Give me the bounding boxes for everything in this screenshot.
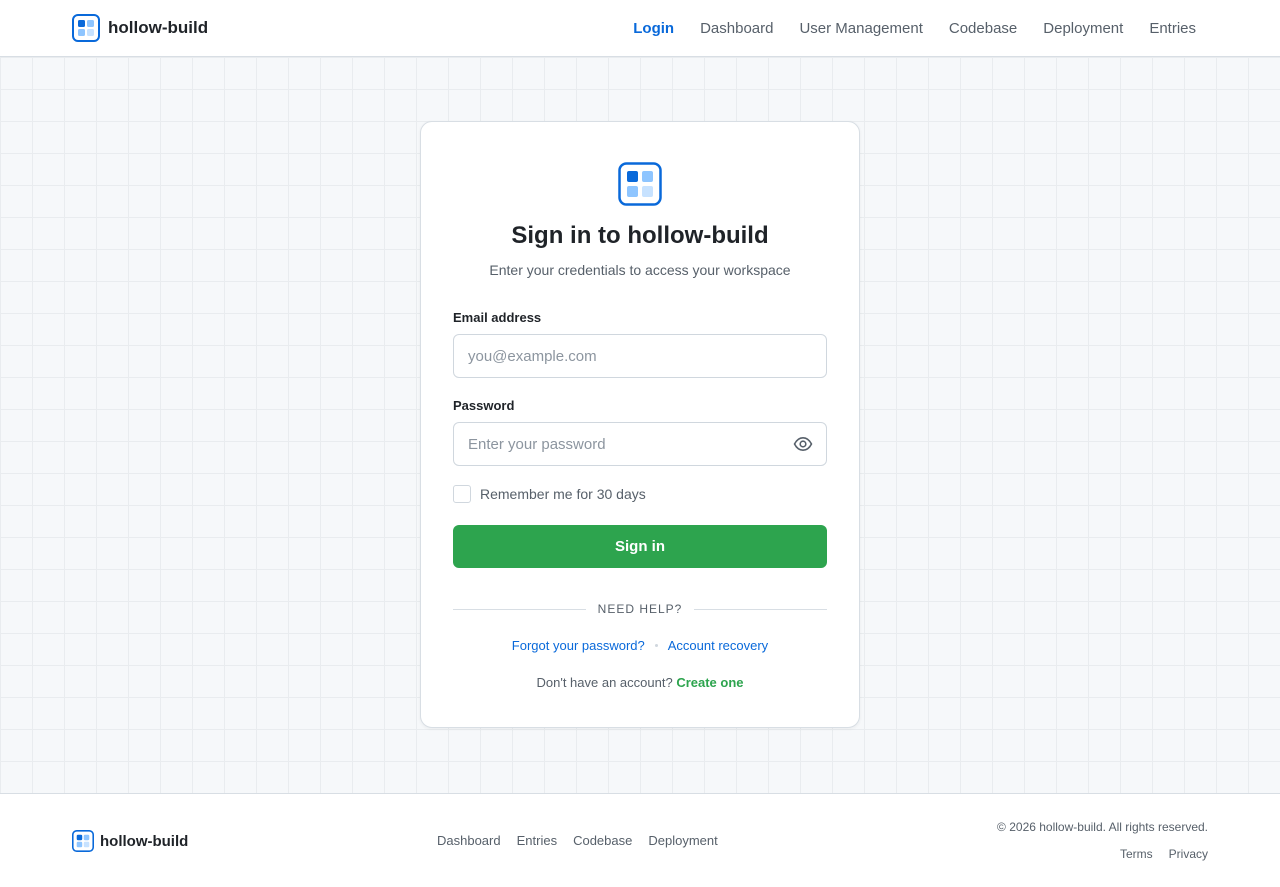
top-header: hollow-build Login Dashboard User Manage… <box>0 0 1280 57</box>
forgot-password-link[interactable]: Forgot your password? <box>512 638 645 653</box>
header-brand[interactable]: hollow-build <box>72 14 208 42</box>
sign-in-button[interactable]: Sign in <box>453 525 827 568</box>
help-heading: NEED HELP? <box>597 602 683 616</box>
page-subtitle: Enter your credentials to access your wo… <box>489 262 791 278</box>
footer-brand-name: hollow-build <box>100 832 189 850</box>
nav-deployment[interactable]: Deployment <box>1043 20 1123 37</box>
email-field-wrap <box>453 334 827 378</box>
account-recovery-link[interactable]: Account recovery <box>668 638 768 653</box>
page-footer: hollow-build Dashboard Entries Codebase … <box>0 793 1280 887</box>
password-input[interactable] <box>453 422 827 466</box>
separator-dot <box>654 644 658 647</box>
help-divider: NEED HELP? <box>453 602 828 616</box>
remember-checkbox[interactable] <box>453 485 471 503</box>
help-links: Forgot your password? Account recovery <box>453 638 827 653</box>
footer-legal: Terms Privacy <box>1120 847 1208 861</box>
nav-entries[interactable]: Entries <box>1149 20 1196 37</box>
signup-prompt-row: Don't have an account? Create one <box>453 675 827 690</box>
nav-codebase[interactable]: Codebase <box>949 20 1017 37</box>
divider-line-right <box>694 608 828 610</box>
signup-prompt: Don't have an account? <box>536 675 673 690</box>
footer-brand[interactable]: hollow-build <box>72 830 188 852</box>
copyright: © 2026 hollow-build. All rights reserved… <box>997 820 1208 834</box>
card-logo <box>453 162 827 206</box>
footer-link-codebase[interactable]: Codebase <box>573 833 632 848</box>
terms-link[interactable]: Terms <box>1120 847 1153 861</box>
remember-label[interactable]: Remember me for 30 days <box>480 486 646 502</box>
remember-me: Remember me for 30 days <box>453 485 827 503</box>
password-field-wrap <box>453 422 827 466</box>
password-label: Password <box>453 398 515 413</box>
grid-logo-icon <box>72 830 94 852</box>
divider-line-left <box>453 608 586 610</box>
main-nav: Login Dashboard User Management Codebase… <box>633 20 1208 37</box>
grid-logo-icon <box>618 162 662 206</box>
show-password-toggle[interactable] <box>793 434 813 454</box>
footer-link-dashboard[interactable]: Dashboard <box>437 833 501 848</box>
page-title: Sign in to hollow-build <box>511 222 769 249</box>
email-label: Email address <box>453 310 542 325</box>
main-content: Sign in to hollow-build Enter your crede… <box>0 57 1280 793</box>
footer-nav: Dashboard Entries Codebase Deployment <box>437 833 718 848</box>
grid-logo-icon <box>72 14 100 42</box>
login-card: Sign in to hollow-build Enter your crede… <box>420 121 860 728</box>
brand-name: hollow-build <box>108 18 209 37</box>
eye-icon <box>793 437 813 451</box>
email-input[interactable] <box>453 334 827 378</box>
nav-login[interactable]: Login <box>633 20 674 37</box>
footer-link-deployment[interactable]: Deployment <box>648 833 717 848</box>
nav-user-management[interactable]: User Management <box>799 20 922 37</box>
footer-link-entries[interactable]: Entries <box>517 833 557 848</box>
nav-dashboard[interactable]: Dashboard <box>700 20 773 37</box>
create-account-link[interactable]: Create one <box>676 675 743 690</box>
privacy-link[interactable]: Privacy <box>1169 847 1208 861</box>
